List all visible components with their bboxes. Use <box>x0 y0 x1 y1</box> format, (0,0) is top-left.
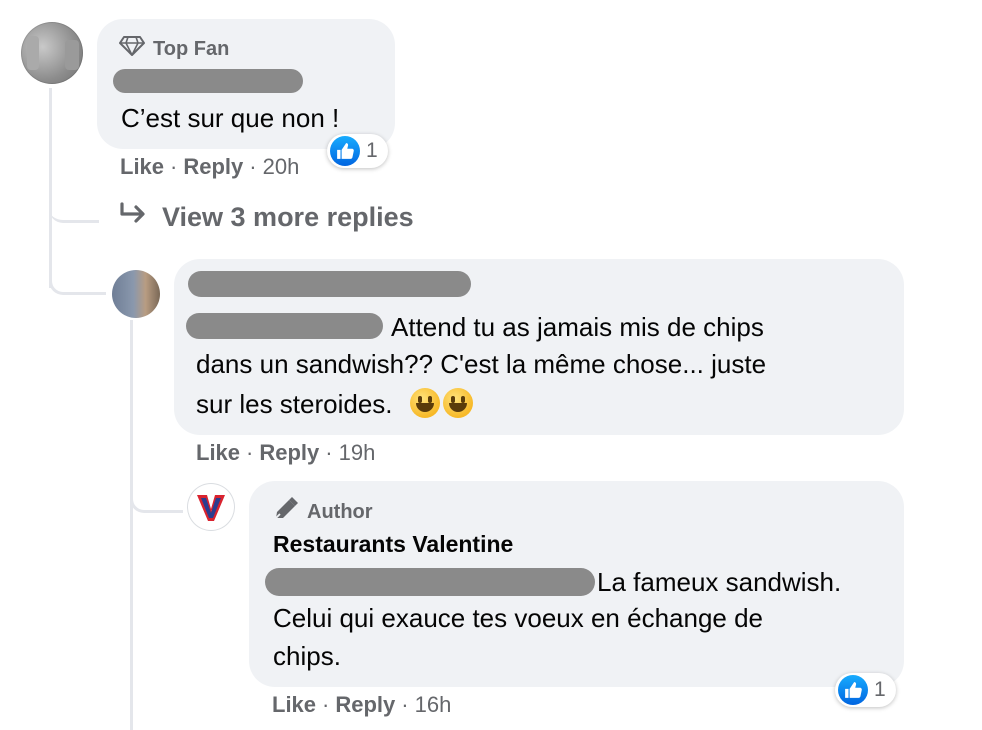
page-avatar[interactable]: V <box>188 484 234 530</box>
valentine-logo: V <box>195 491 227 523</box>
like-button[interactable]: Like <box>120 154 164 180</box>
comment-text: C’est sur que non ! <box>121 103 340 133</box>
separator-dot: · <box>322 692 330 717</box>
separator-dot: · <box>249 154 257 179</box>
like-icon <box>330 136 360 166</box>
reply-arrow-icon <box>118 202 148 233</box>
badge-label: Top Fan <box>153 37 230 60</box>
comment-text-line-3-wrap: sur les steroides. <box>196 385 473 423</box>
comment-text-line-3: sur les steroides. <box>196 389 393 419</box>
pen-icon <box>273 497 299 527</box>
like-button[interactable]: Like <box>272 692 316 718</box>
timestamp[interactable]: 19h <box>339 440 376 466</box>
timestamp[interactable]: 20h <box>263 154 300 180</box>
comment-text-line-2: dans un sandwish?? C'est la même chose..… <box>196 349 767 379</box>
timestamp[interactable]: 16h <box>415 692 452 718</box>
diamond-icon <box>119 35 145 63</box>
comment-bubble: Attend tu as jamais mis de chips dans un… <box>174 259 904 435</box>
redacted-mention[interactable] <box>265 568 595 596</box>
avatar[interactable] <box>112 270 160 318</box>
badge-label: Author <box>307 500 373 523</box>
like-button[interactable]: Like <box>196 440 240 466</box>
redacted-mention[interactable] <box>186 313 383 339</box>
comment-bubble: Author Restaurants Valentine La fameux s… <box>249 481 904 687</box>
comment-actions: Like · Reply · 20h <box>120 154 299 180</box>
comment-text-line-2: Celui qui exauce tes voeux en échange de <box>273 603 764 633</box>
previous-actions-fragment <box>150 0 310 2</box>
author-badge: Author <box>273 497 373 527</box>
comment-actions: Like · Reply · 16h <box>272 692 451 718</box>
reply-button[interactable]: Reply <box>259 440 319 466</box>
author-name[interactable]: Restaurants Valentine <box>273 531 513 558</box>
avatar[interactable] <box>21 22 83 84</box>
reaction-count: 1 <box>874 678 886 701</box>
thread-connector-reply <box>49 258 106 295</box>
reaction-count: 1 <box>366 139 378 162</box>
reply-button[interactable]: Reply <box>183 154 243 180</box>
comment-actions: Like · Reply · 19h <box>196 440 375 466</box>
comment-text-line-3: chips. <box>273 641 341 671</box>
separator-dot: · <box>170 154 178 179</box>
like-icon <box>838 675 868 705</box>
separator-dot: · <box>246 440 254 465</box>
grinning-face-icon <box>442 388 473 418</box>
reaction-summary[interactable]: 1 <box>835 673 896 707</box>
top-fan-badge: Top Fan <box>119 35 229 63</box>
comment-text-line-1: La fameux sandwish. <box>597 567 842 597</box>
comment-text-line-1: Attend tu as jamais mis de chips <box>391 312 764 342</box>
redacted-author-name[interactable] <box>113 69 303 93</box>
grinning-face-icon <box>409 388 440 418</box>
thread-line-nested <box>130 320 133 730</box>
separator-dot: · <box>401 692 409 717</box>
reaction-summary[interactable]: 1 <box>327 134 388 168</box>
comment-bubble: Top Fan C’est sur que non ! <box>97 19 395 149</box>
separator-dot: · <box>325 440 333 465</box>
thread-connector-author-reply <box>130 476 183 513</box>
view-more-label: View 3 more replies <box>162 202 414 232</box>
redacted-author-name[interactable] <box>188 271 471 297</box>
view-more-replies-button[interactable]: View 3 more replies <box>118 202 414 233</box>
reply-button[interactable]: Reply <box>335 692 395 718</box>
thread-connector-view-more <box>49 186 99 223</box>
